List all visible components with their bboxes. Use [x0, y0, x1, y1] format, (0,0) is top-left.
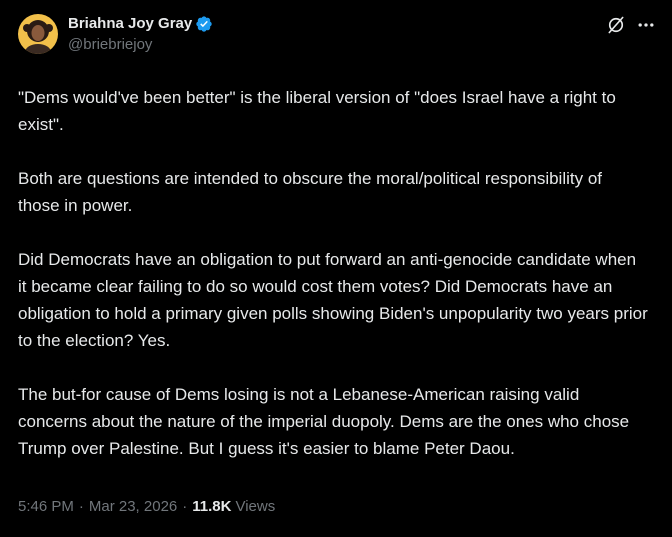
- tweet-header: Briahna Joy Gray @briebriejoy: [18, 12, 654, 60]
- meta-separator: ·: [182, 498, 188, 515]
- tweet-paragraph: "Dems would've been better" is the liber…: [18, 88, 616, 134]
- more-options-icon[interactable]: [634, 13, 658, 37]
- meta-separator: ·: [78, 498, 84, 515]
- tweet-date[interactable]: Mar 23, 2026: [89, 497, 177, 517]
- tweet-text: "Dems would've been better" is the liber…: [18, 84, 648, 462]
- name-row: Briahna Joy Gray: [68, 14, 213, 34]
- tweet-paragraph: The but-for cause of Dems losing is not …: [18, 385, 630, 458]
- user-info: Briahna Joy Gray @briebriejoy: [68, 14, 213, 55]
- tweet: Briahna Joy Gray @briebriejoy "Dems woul…: [0, 0, 672, 537]
- tweet-time[interactable]: 5:46 PM: [18, 497, 74, 517]
- grok-icon[interactable]: [606, 15, 626, 35]
- verified-badge-icon[interactable]: [195, 15, 213, 33]
- views-label[interactable]: Views: [235, 497, 275, 517]
- tweet-paragraph: Both are questions are intended to obscu…: [18, 169, 603, 215]
- author-name[interactable]: Briahna Joy Gray: [68, 14, 192, 34]
- views-count[interactable]: 11.8K: [192, 497, 231, 517]
- tweet-paragraph: Did Democrats have an obligation to put …: [18, 250, 648, 350]
- author-handle[interactable]: @briebriejoy: [68, 35, 213, 55]
- avatar-image: [18, 14, 58, 54]
- tweet-meta: 5:46 PM · Mar 23, 2026 · 11.8K Views: [18, 497, 275, 517]
- avatar[interactable]: [18, 14, 58, 54]
